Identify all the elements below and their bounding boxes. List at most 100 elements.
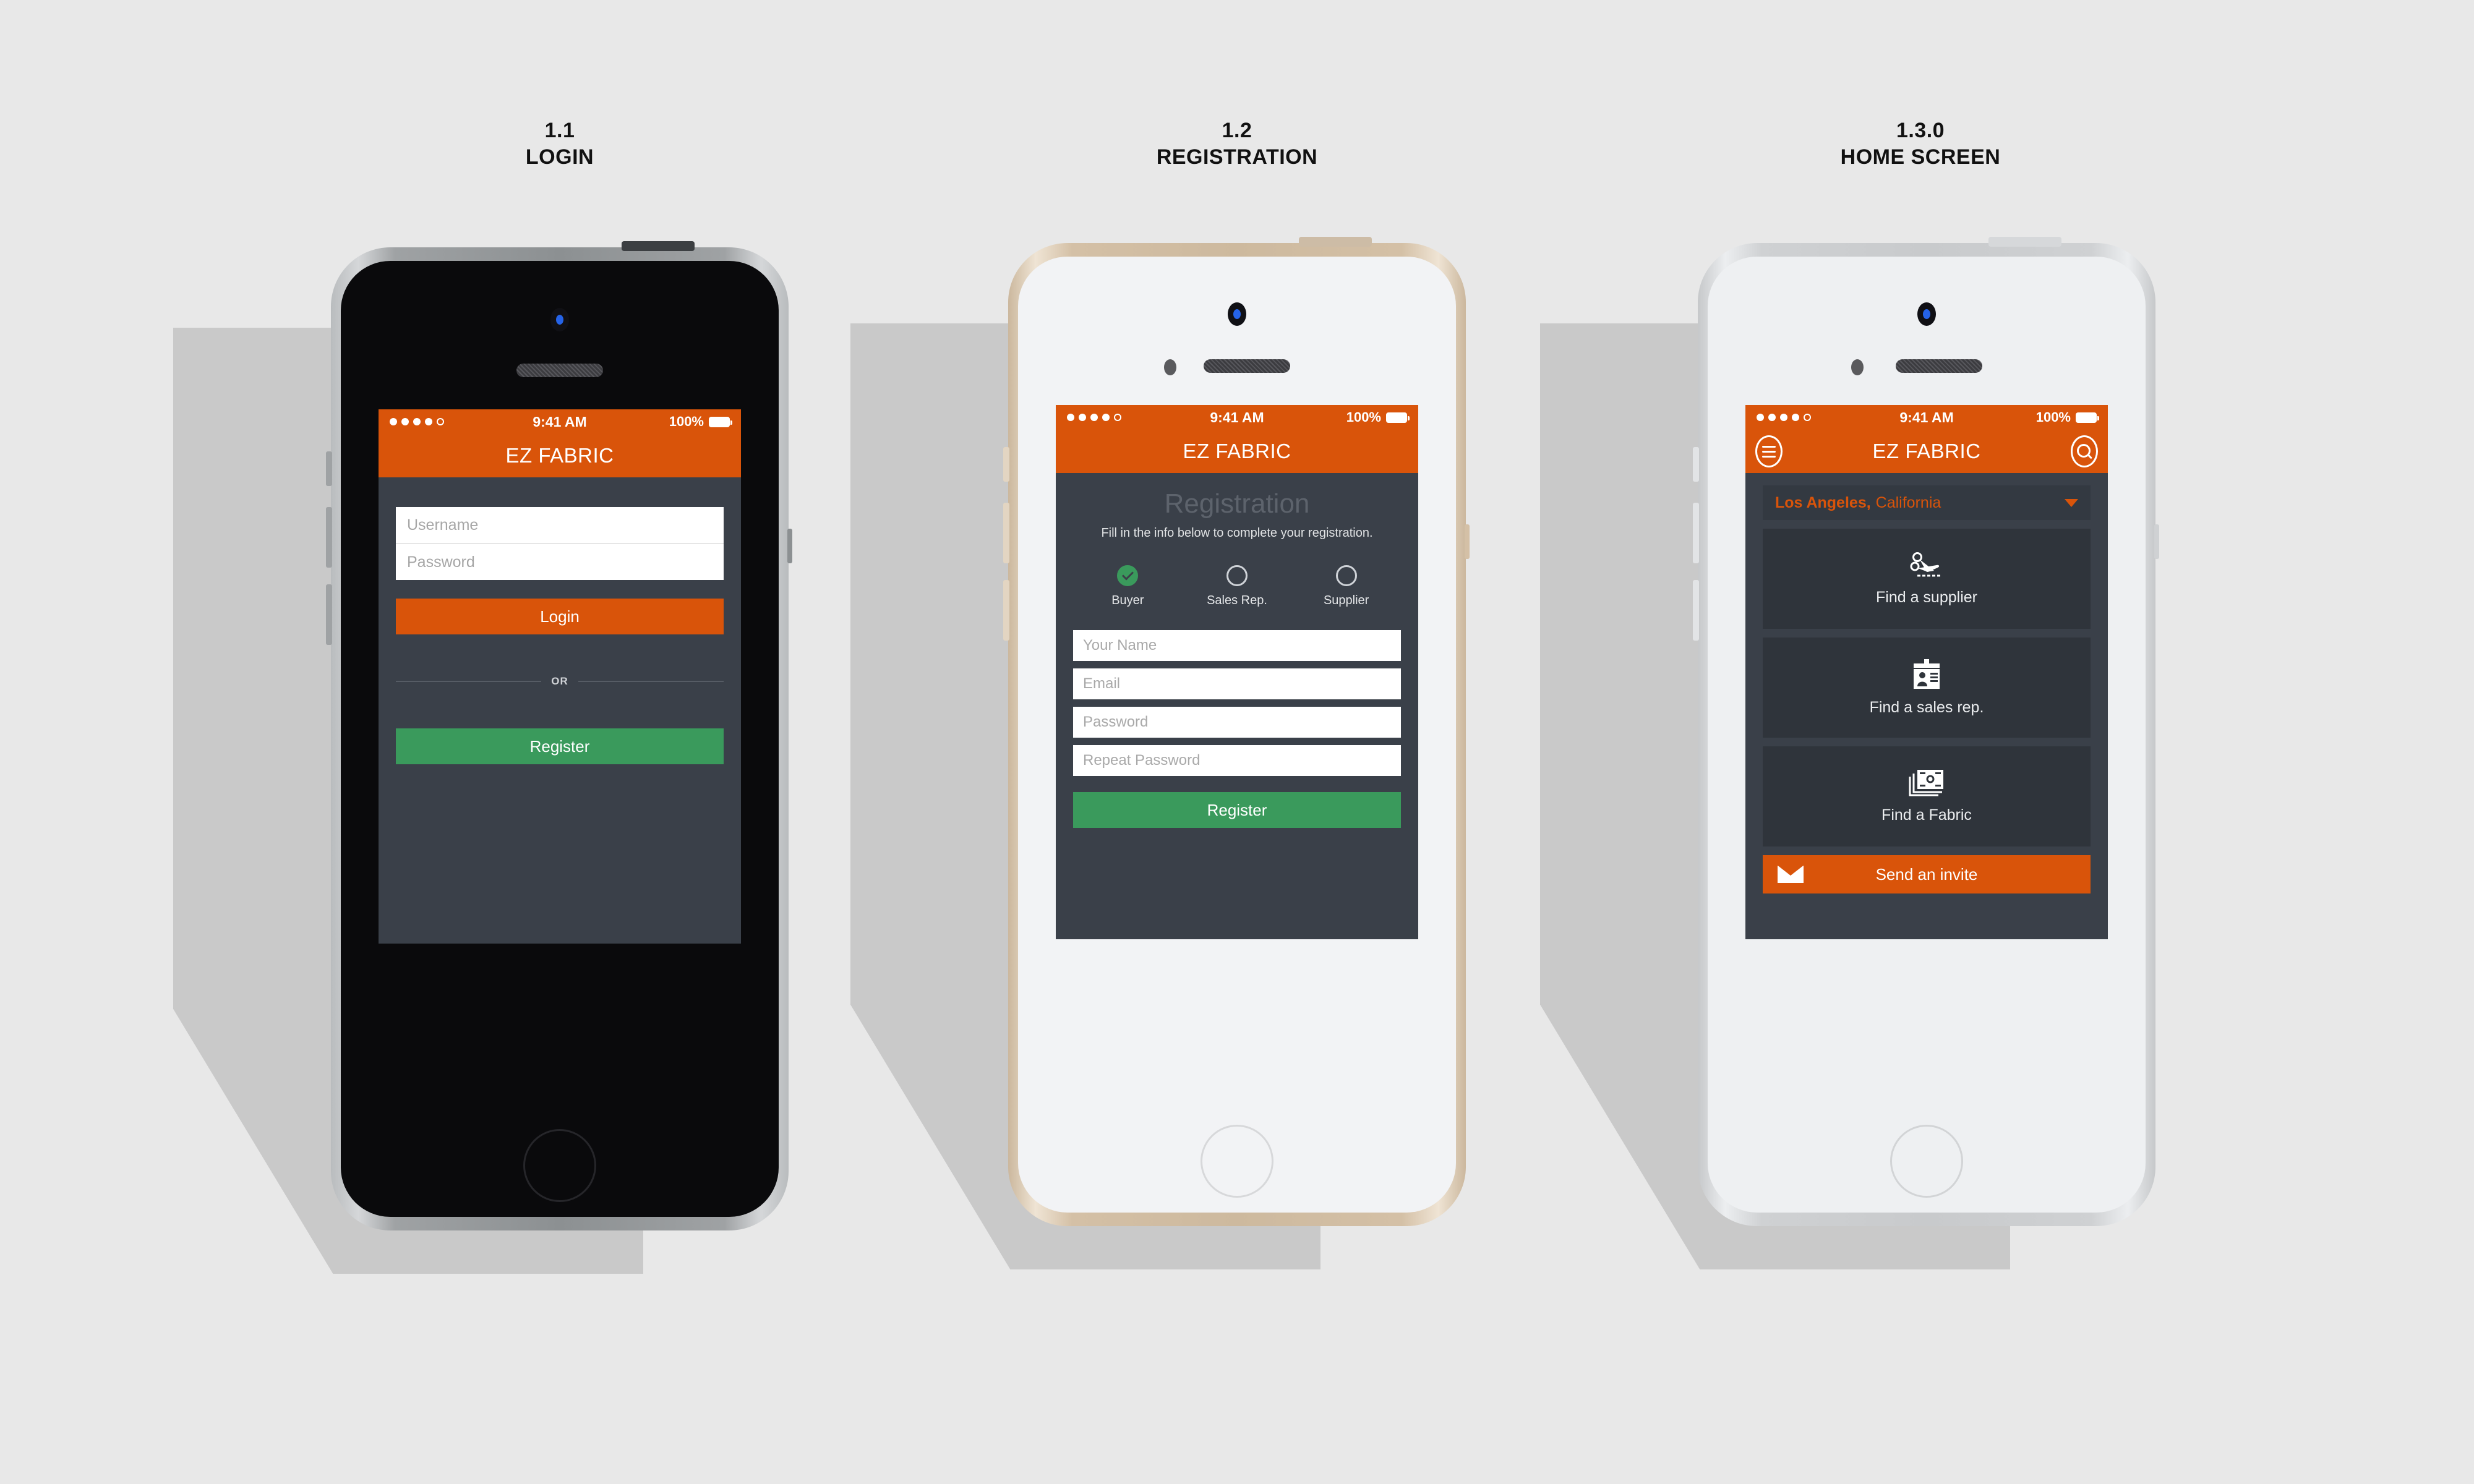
role-label: Sales Rep. bbox=[1207, 594, 1267, 607]
silent-switch[interactable] bbox=[326, 451, 332, 486]
role-option-buyer[interactable]: Buyer bbox=[1081, 565, 1174, 608]
location-city: Los Angeles, bbox=[1775, 493, 1871, 511]
home-body: Los Angeles, California Find a supplier … bbox=[1745, 485, 2108, 939]
status-battery-group: 100% bbox=[2035, 409, 2099, 425]
location-state: California bbox=[1875, 493, 1941, 511]
envelope-icon bbox=[1776, 864, 1805, 884]
proximity-sensor-icon bbox=[1851, 359, 1864, 375]
battery-percent: 100% bbox=[669, 414, 704, 429]
login-button[interactable]: Login bbox=[396, 599, 724, 634]
status-battery-group: 100% bbox=[1346, 409, 1410, 425]
signal-dots-icon bbox=[390, 418, 444, 425]
search-icon[interactable] bbox=[2071, 435, 2098, 467]
phone-login: 9:41 AM 100% EZ FABRIC Username Password… bbox=[173, 241, 792, 1274]
role-option-sales-rep[interactable]: Sales Rep. bbox=[1191, 565, 1283, 608]
sim-tray bbox=[787, 529, 792, 563]
home-button[interactable] bbox=[523, 1129, 596, 1202]
battery-icon bbox=[2076, 412, 2099, 423]
nav-bar: EZ FABRIC bbox=[379, 434, 741, 477]
battery-percent: 100% bbox=[2035, 409, 2071, 425]
canvas: 1.1 LOGIN 1.2 REGISTRATION 1.3.0 HOME SC… bbox=[0, 0, 2474, 1484]
phone-registration: 9:41 AM 100% EZ FABRIC Registration Fill… bbox=[850, 237, 1470, 1269]
card-find-a-sales-rep[interactable]: Find a sales rep. bbox=[1763, 638, 2091, 738]
status-bar: 9:41 AM 100% bbox=[379, 409, 741, 434]
silent-switch[interactable] bbox=[1693, 447, 1699, 482]
password-input[interactable]: Password bbox=[396, 544, 724, 580]
username-input[interactable]: Username bbox=[396, 507, 724, 543]
silent-switch[interactable] bbox=[1003, 447, 1009, 482]
volume-down-button[interactable] bbox=[326, 584, 332, 645]
caption-number: 1.3.0 bbox=[1896, 119, 1945, 142]
radio-unselected-icon[interactable] bbox=[1335, 565, 1357, 586]
proximity-sensor-icon bbox=[1164, 359, 1176, 375]
fabric-swatches-icon bbox=[1908, 769, 1945, 798]
sim-tray bbox=[1465, 524, 1470, 559]
register-button[interactable]: Register bbox=[396, 728, 724, 764]
volume-up-button[interactable] bbox=[326, 507, 332, 568]
name-input[interactable]: Your Name bbox=[1073, 630, 1401, 661]
power-button[interactable] bbox=[1988, 237, 2061, 247]
volume-down-button[interactable] bbox=[1693, 580, 1699, 641]
volume-down-button[interactable] bbox=[1003, 580, 1009, 641]
caption-title: REGISTRATION bbox=[1156, 145, 1318, 169]
or-divider: OR bbox=[396, 675, 724, 688]
home-button[interactable] bbox=[1201, 1125, 1273, 1198]
power-button[interactable] bbox=[1299, 237, 1372, 247]
register-button[interactable]: Register bbox=[1073, 792, 1401, 828]
page-title: Registration bbox=[1164, 488, 1310, 519]
screen-home: 9:41 AM 100% EZ FABRIC Los Angeles, Cali… bbox=[1745, 405, 2108, 939]
registration-body: Registration Fill in the info below to c… bbox=[1056, 490, 1418, 939]
login-body: Username Password Login OR Register bbox=[379, 507, 741, 944]
location-selector[interactable]: Los Angeles, California bbox=[1763, 485, 2091, 520]
app-title: EZ FABRIC bbox=[1183, 440, 1291, 463]
card-label: Find a Fabric bbox=[1881, 806, 1972, 824]
volume-up-button[interactable] bbox=[1693, 503, 1699, 563]
caption-login: 1.1 LOGIN bbox=[374, 117, 745, 170]
chevron-down-icon[interactable] bbox=[2065, 498, 2078, 507]
divider-line-left bbox=[396, 681, 542, 682]
power-button[interactable] bbox=[622, 241, 695, 251]
login-fields-group: Username Password bbox=[396, 507, 724, 580]
caption-number: 1.2 bbox=[1222, 119, 1252, 142]
role-option-supplier[interactable]: Supplier bbox=[1300, 565, 1393, 608]
app-title: EZ FABRIC bbox=[505, 444, 614, 467]
action-cards: Find a supplier Find a sales rep. Find a… bbox=[1763, 529, 2091, 846]
screen-login: 9:41 AM 100% EZ FABRIC Username Password… bbox=[379, 409, 741, 944]
caption-number: 1.1 bbox=[544, 119, 575, 142]
radio-selected-icon[interactable] bbox=[1117, 565, 1139, 586]
send-an-invite-button[interactable]: Send an invite bbox=[1763, 855, 2091, 893]
caption-registration: 1.2 REGISTRATION bbox=[1051, 117, 1423, 170]
registration-fields-group: Your Name Email Password Repeat Password bbox=[1073, 630, 1401, 776]
or-label: OR bbox=[551, 675, 568, 687]
nav-bar: EZ FABRIC bbox=[1056, 430, 1418, 473]
caption-title: HOME SCREEN bbox=[1840, 145, 2001, 169]
repeat-password-input[interactable]: Repeat Password bbox=[1073, 745, 1401, 776]
role-selector: Buyer Sales Rep. Supplier bbox=[1073, 565, 1401, 608]
password-input[interactable]: Password bbox=[1073, 707, 1401, 738]
card-find-a-fabric[interactable]: Find a Fabric bbox=[1763, 746, 2091, 846]
card-find-a-supplier[interactable]: Find a supplier bbox=[1763, 529, 2091, 629]
front-camera-icon bbox=[550, 308, 569, 331]
caption-home-screen: 1.3.0 HOME SCREEN bbox=[1735, 117, 2106, 170]
battery-icon bbox=[709, 416, 732, 427]
phone-home-screen: 9:41 AM 100% EZ FABRIC Los Angeles, Cali… bbox=[1540, 237, 2159, 1269]
status-bar: 9:41 AM 100% bbox=[1745, 405, 2108, 430]
role-label: Supplier bbox=[1323, 594, 1369, 607]
app-title: EZ FABRIC bbox=[1872, 440, 1981, 463]
caption-title: LOGIN bbox=[525, 145, 594, 169]
sim-tray bbox=[2154, 524, 2159, 559]
home-button[interactable] bbox=[1890, 1125, 1963, 1198]
radio-unselected-icon[interactable] bbox=[1226, 565, 1248, 586]
earpiece-speaker bbox=[1896, 359, 1982, 373]
front-camera-icon bbox=[1917, 302, 1936, 326]
page-subtitle: Fill in the info below to complete your … bbox=[1101, 526, 1373, 540]
signal-dots-icon bbox=[1757, 414, 1811, 421]
battery-percent: 100% bbox=[1346, 409, 1381, 425]
card-label: Find a supplier bbox=[1876, 588, 1977, 606]
volume-up-button[interactable] bbox=[1003, 503, 1009, 563]
hamburger-icon[interactable] bbox=[1755, 435, 1783, 467]
battery-icon bbox=[1386, 412, 1410, 423]
email-input[interactable]: Email bbox=[1073, 668, 1401, 699]
nav-bar: EZ FABRIC bbox=[1745, 430, 2108, 473]
scissors-icon bbox=[1909, 552, 1944, 580]
